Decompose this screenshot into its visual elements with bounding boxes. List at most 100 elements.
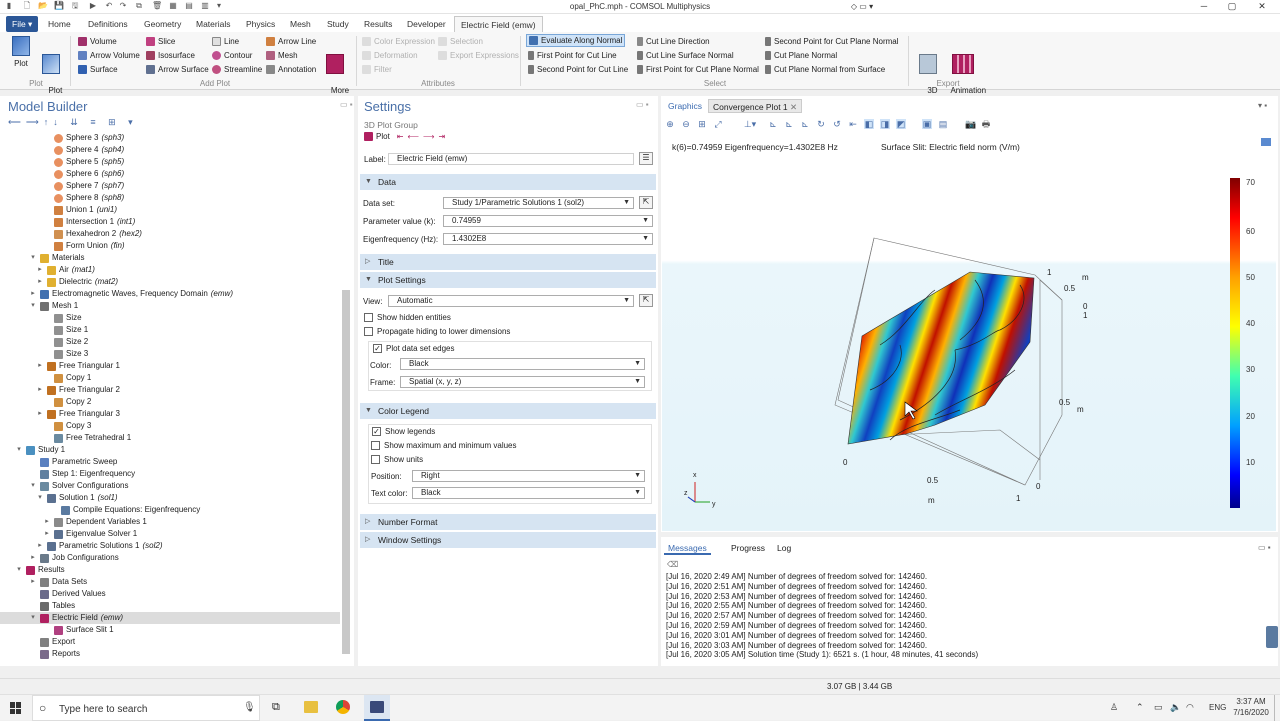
tree-node[interactable]: ▾ Solver Configurations <box>0 480 131 492</box>
dataset-select[interactable]: Study 1/Parametric Solutions 1 (sol2) ▼ <box>443 197 634 209</box>
view-zx-icon[interactable]: ⊾ <box>800 119 810 129</box>
tree-node[interactable]: Union 1 (uni1) <box>0 204 117 216</box>
collapse-arrow-icon[interactable]: ▾ <box>29 480 37 492</box>
tab-results[interactable]: Results <box>358 16 398 32</box>
expand-arrow-icon[interactable]: ▸ <box>36 276 44 288</box>
plot-button[interactable]: Plot <box>8 36 34 68</box>
tree-node[interactable]: Form Union (fin) <box>0 240 125 252</box>
tab-file[interactable]: File ▾ <box>6 16 39 32</box>
section-plot-settings[interactable]: ▼ Plot Settings <box>360 272 656 288</box>
tab-messages[interactable]: Messages <box>664 541 711 555</box>
dataset-goto-icon[interactable]: ⇱ <box>639 196 653 209</box>
expand-arrow-icon[interactable]: ▸ <box>36 384 44 396</box>
param-select[interactable]: 0.74959 ▼ <box>443 215 653 227</box>
expand-arrow-icon[interactable]: ▸ <box>43 516 51 528</box>
tree-node[interactable]: Sphere 6 (sph6) <box>0 168 124 180</box>
expand-arrow-icon[interactable]: ▸ <box>29 288 37 300</box>
reset-view-icon[interactable]: ↺ <box>832 119 842 129</box>
tree-node[interactable]: ▾ Solution 1 (sol1) <box>0 492 118 504</box>
zoom-in-icon[interactable]: ⊕ <box>665 119 675 129</box>
tree-node[interactable]: Sphere 4 (sph4) <box>0 144 124 156</box>
tree-node[interactable]: Step 1: Eigenfrequency <box>0 468 138 480</box>
zoom-out-icon[interactable]: ⊖ <box>681 119 691 129</box>
pane-menu-icon[interactable]: ▭ ▪ <box>340 100 353 109</box>
tree-node[interactable]: ▸ Free Triangular 3 <box>0 408 123 420</box>
show-grid-icon[interactable]: ▣ <box>922 119 932 129</box>
section-data[interactable]: ▼ Data <box>360 174 656 190</box>
transparency-icon[interactable]: ◨ <box>880 119 890 129</box>
cut-plane-normal-from-surface[interactable]: Cut Plane Normal from Surface <box>765 63 885 75</box>
collapse-arrow-icon[interactable]: ▾ <box>15 444 23 456</box>
network-icon[interactable]: ▭ <box>1154 702 1163 713</box>
tree-node[interactable]: Copy 2 <box>0 396 94 408</box>
scene-light-icon[interactable]: ◧ <box>864 119 874 129</box>
tray-chevron-icon[interactable]: ⌃ <box>1136 702 1144 713</box>
frame-select[interactable]: Spatial (x, y, z) ▼ <box>400 376 645 388</box>
task-view-icon[interactable]: ⧉ <box>272 701 280 714</box>
tab-mesh[interactable]: Mesh <box>284 16 317 32</box>
tree-node[interactable]: ▸ Air (mat1) <box>0 264 95 276</box>
settings-plot-button[interactable]: Plot ⇤⟵⟶⇥ <box>364 132 449 141</box>
second-point-cut-line[interactable]: Second Point for Cut Line <box>528 63 628 75</box>
tree-node[interactable]: ▾ Electric Field (emw) <box>0 612 340 624</box>
add-arrow-surface[interactable]: Arrow Surface <box>146 63 209 75</box>
tree-node[interactable]: ▾ Study 1 <box>0 444 68 456</box>
deformation[interactable]: Deformation <box>362 49 418 61</box>
print-icon[interactable]: 🖶 <box>981 119 991 129</box>
tree-node[interactable]: Surface Slit 1 <box>0 624 117 636</box>
add-streamline[interactable]: Streamline <box>212 63 262 75</box>
label-options-icon[interactable]: ☰ <box>639 152 653 165</box>
view-select[interactable]: Automatic ▼ <box>388 295 634 307</box>
show-axes-icon[interactable]: ▤ <box>938 119 948 129</box>
section-color-legend[interactable]: ▼ Color Legend <box>360 403 656 419</box>
tree-node[interactable]: ▸ Data Sets <box>0 576 90 588</box>
tab-log[interactable]: Log <box>773 541 795 555</box>
rotate-icon[interactable]: ↻ <box>816 119 826 129</box>
language-indicator[interactable]: ENG <box>1209 703 1226 712</box>
zoom-extents-icon[interactable]: ⤢ <box>713 119 723 129</box>
tree-scrollbar[interactable] <box>342 290 350 654</box>
expand-arrow-icon[interactable]: ▸ <box>29 576 37 588</box>
expand-arrow-icon[interactable]: ▸ <box>36 540 44 552</box>
microphone-icon[interactable]: 🎙 <box>243 702 256 713</box>
tree-node[interactable]: Hexahedron 2 (hex2) <box>0 228 142 240</box>
label-field[interactable]: Electric Field (emw) <box>388 153 634 165</box>
tree-node[interactable]: ▸ Parametric Solutions 1 (sol2) <box>0 540 163 552</box>
second-point-cut-plane-normal[interactable]: Second Point for Cut Plane Normal <box>765 35 899 47</box>
settings-pane-menu-icon[interactable]: ▭ ▪ <box>636 100 649 109</box>
close-button[interactable]: ✕ <box>1248 0 1276 13</box>
view-yz-icon[interactable]: ⊾ <box>784 119 794 129</box>
tree-node[interactable]: ▸ Dielectric (mat2) <box>0 276 118 288</box>
tree-node[interactable]: Size <box>0 312 85 324</box>
cut-line-direction[interactable]: Cut Line Direction <box>637 35 710 47</box>
tab-geometry[interactable]: Geometry <box>138 16 187 32</box>
section-window-settings[interactable]: ▷ Window Settings <box>360 532 656 548</box>
tree-node[interactable]: ▸ Eigenvalue Solver 1 <box>0 528 140 540</box>
eigen-select[interactable]: 1.4302E8 ▼ <box>443 233 653 245</box>
show-maxmin-checkbox[interactable]: Show maximum and minimum values <box>371 441 517 451</box>
tree-node[interactable]: Derived Values <box>0 588 109 600</box>
tree-node[interactable]: Parametric Sweep <box>0 456 120 468</box>
show-units-checkbox[interactable]: Show units <box>371 455 423 465</box>
collapse-arrow-icon[interactable]: ▾ <box>29 252 37 264</box>
tree-node[interactable]: Sphere 8 (sph8) <box>0 192 124 204</box>
tree-node[interactable]: Sphere 3 (sph3) <box>0 132 124 144</box>
tab-developer[interactable]: Developer <box>401 16 452 32</box>
section-title[interactable]: ▷ Title <box>360 254 656 270</box>
tree-node[interactable]: ▾ Results <box>0 564 68 576</box>
tree-node[interactable]: Sphere 5 (sph5) <box>0 156 124 168</box>
tab-materials[interactable]: Materials <box>190 16 236 32</box>
tab-convergence[interactable]: Convergence Plot 1 ✕ <box>708 99 803 113</box>
navigate-arrows-icon[interactable]: ⇤⟵⟶⇥ <box>397 132 449 141</box>
show-hidden-checkbox[interactable]: Show hidden entities <box>364 313 451 323</box>
tree-node[interactable]: Sphere 7 (sph7) <box>0 180 124 192</box>
color-select[interactable]: Black ▼ <box>400 358 645 370</box>
propagate-checkbox[interactable]: Propagate hiding to lower dimensions <box>364 327 510 337</box>
zoom-box-icon[interactable]: ⊞ <box>697 119 707 129</box>
tree-node[interactable]: Reports <box>0 648 83 660</box>
filter[interactable]: Filter <box>362 63 392 75</box>
tree-node[interactable]: Size 1 <box>0 324 91 336</box>
go-to-view-icon[interactable]: ⇤ <box>848 119 858 129</box>
section-number-format[interactable]: ▷ Number Format <box>360 514 656 530</box>
expand-arrow-icon[interactable]: ▸ <box>36 360 44 372</box>
